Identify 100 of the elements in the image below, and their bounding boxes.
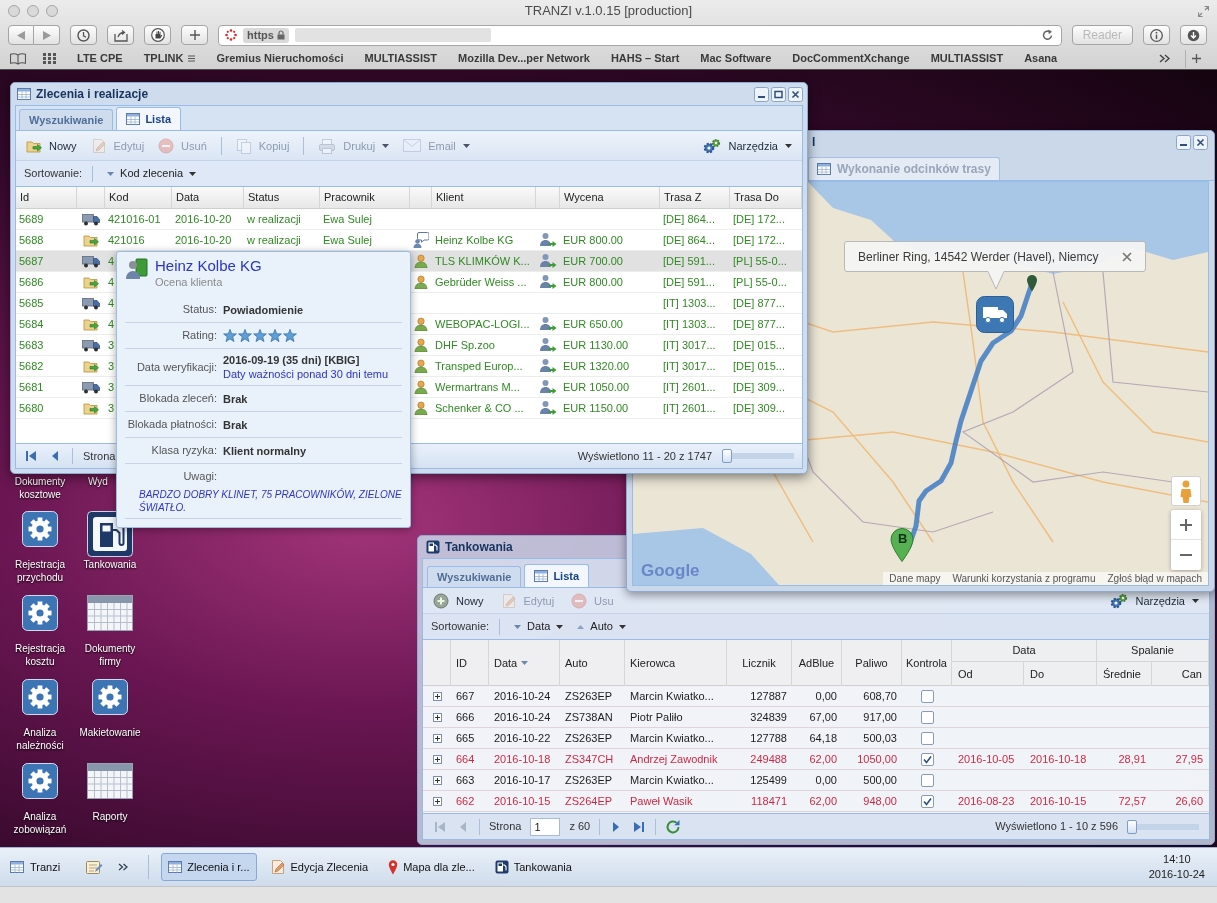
taskbar-button[interactable]: Mapa dla zle... (381, 853, 482, 881)
checkbox[interactable] (920, 773, 934, 787)
map-data-link[interactable]: Dane mapy (889, 572, 941, 585)
expand-icon[interactable] (432, 754, 442, 764)
column-header[interactable]: Can (1181, 665, 1202, 683)
close-button[interactable] (788, 86, 803, 102)
table-cell-text: [DE] 015... (733, 337, 785, 353)
address-field[interactable]: https (218, 24, 1062, 46)
toolbar-button[interactable]: Nowy (26, 138, 77, 153)
bookmark-link[interactable]: MULTIASSIST (930, 50, 1004, 67)
back-button[interactable] (8, 25, 34, 45)
column-header[interactable]: Wycena (564, 189, 604, 206)
expand-icon[interactable] (432, 712, 442, 722)
column-header[interactable]: ID (456, 654, 467, 672)
checkbox[interactable] (920, 689, 934, 703)
column-header[interactable]: Data (176, 189, 200, 206)
info-button[interactable] (1143, 25, 1170, 45)
bookmark-link[interactable]: HAHS – Start (610, 50, 680, 67)
tab[interactable]: Wyszukiwanie (19, 109, 114, 130)
close-icon[interactable] (1122, 251, 1132, 262)
slider-thumb[interactable] (1127, 819, 1137, 834)
bookmark-link[interactable]: DocCommentXchange (792, 50, 910, 67)
reload-icon[interactable] (1041, 29, 1053, 41)
desktop-shortcut[interactable]: Dokumenty kosztowe (7, 475, 73, 501)
share-button[interactable] (107, 25, 134, 45)
tab[interactable]: Lista (524, 564, 590, 587)
taskbar-button[interactable]: Edycja Zlecenia (262, 853, 376, 881)
bookmark-link[interactable]: Mozilla Dev...per Network (458, 50, 590, 67)
terms-link[interactable]: Warunki korzystania z programu (952, 572, 1096, 585)
bookmark-link[interactable]: Gremius Nieruchomości (216, 50, 344, 67)
column-header[interactable]: Średnie (1103, 665, 1141, 683)
bookmark-folder[interactable]: TPLINK (143, 50, 196, 67)
start-button[interactable]: Tranzi (8, 854, 63, 880)
checkbox[interactable] (920, 752, 934, 766)
column-header[interactable]: Kierowca (630, 654, 676, 672)
column-header[interactable]: Status (248, 189, 280, 206)
column-header[interactable]: Trasa Do (734, 189, 779, 206)
book-icon[interactable] (10, 52, 26, 65)
column-header[interactable]: Od (958, 665, 973, 683)
tab[interactable]: Wyszukiwanie (427, 566, 522, 587)
desktop-shortcut[interactable]: Rejestracja przychodu (6, 511, 74, 584)
tab[interactable]: Lista (116, 107, 182, 130)
minimize-button[interactable] (754, 86, 769, 102)
sort-button[interactable]: Kod zlecenia (107, 165, 197, 182)
checkbox[interactable] (920, 794, 934, 808)
column-header[interactable]: Kontrola (906, 654, 947, 672)
extension-button[interactable] (144, 25, 171, 45)
last-page-icon[interactable] (632, 819, 647, 834)
sort-button[interactable]: Data (514, 618, 564, 635)
toolbar-button[interactable]: Narzędzia (1110, 592, 1199, 609)
column-header[interactable]: Klient (436, 189, 464, 206)
forward-button[interactable] (34, 25, 60, 45)
desktop-shortcut[interactable]: Makietowanie (76, 679, 144, 739)
desktop-shortcut[interactable]: Raporty (76, 763, 144, 823)
taskbar-button[interactable]: Tankowania (487, 853, 579, 881)
expand-icon[interactable] (432, 775, 442, 785)
column-header[interactable]: Auto (565, 654, 588, 672)
expand-icon[interactable] (432, 733, 442, 743)
column-header[interactable]: Do (1030, 665, 1045, 683)
toolbar-button[interactable]: Narzędzia (703, 137, 792, 154)
checkbox[interactable] (920, 731, 934, 745)
column-header[interactable]: Pracownik (324, 189, 375, 206)
column-header[interactable]: Kod (109, 189, 129, 206)
column-header[interactable]: Trasa Z (664, 189, 702, 206)
desktop-shortcut[interactable]: Dokumenty firmy (76, 595, 144, 668)
report-error-link[interactable]: Zgłoś błąd w mapach (1107, 572, 1202, 585)
column-header[interactable]: Licznik (742, 654, 776, 672)
history-button[interactable] (70, 25, 97, 45)
chevrons-icon[interactable] (118, 863, 129, 871)
first-page-icon[interactable] (24, 449, 38, 463)
bookmark-link[interactable]: Mac Software (700, 50, 772, 67)
slider-thumb[interactable] (722, 449, 732, 463)
checkbox[interactable] (920, 710, 934, 724)
bookmark-link[interactable]: LTE CPE (77, 50, 123, 67)
sort-button[interactable]: Auto (577, 618, 626, 635)
desktop-shortcut[interactable]: Analiza zobowiązań (6, 763, 74, 836)
desktop-shortcut[interactable]: Rejestracja kosztu (6, 595, 74, 668)
refresh-icon[interactable] (665, 818, 682, 835)
column-header[interactable]: Data (494, 654, 518, 672)
fullscreen-icon[interactable] (1198, 5, 1209, 17)
grid-icon[interactable] (43, 53, 56, 64)
chevrons-icon[interactable] (1159, 54, 1170, 63)
expand-icon[interactable] (432, 796, 442, 806)
column-header[interactable]: AdBlue (798, 654, 835, 672)
column-header[interactable]: Id (20, 189, 30, 206)
toolbar-button[interactable]: Nowy (433, 592, 484, 609)
column-header[interactable]: Paliwo (855, 654, 888, 672)
expand-icon[interactable] (432, 691, 442, 701)
close-button[interactable] (1193, 134, 1208, 150)
download-button[interactable] (1180, 25, 1207, 45)
minimize-button[interactable] (1176, 134, 1191, 150)
bookmark-link[interactable]: MULTIASSIST (364, 50, 438, 67)
new-tab-button[interactable] (181, 25, 208, 45)
taskbar-button[interactable]: Zlecenia i r... (161, 853, 257, 881)
table-row[interactable]: 5688 421016 2016-10-20 w realizacji Ewa Sulej Heinz Kolbe KG EUR 800.00 [DE] 864... [DE] 172... (16, 230, 802, 251)
bookmark-link[interactable]: Asana (1024, 50, 1058, 67)
desktop-shortcut[interactable]: Wyd (88, 475, 108, 488)
desktop-shortcut[interactable]: Analiza należności (6, 679, 74, 752)
page-input[interactable]: 1 (530, 817, 561, 836)
maximize-button[interactable] (771, 86, 786, 102)
